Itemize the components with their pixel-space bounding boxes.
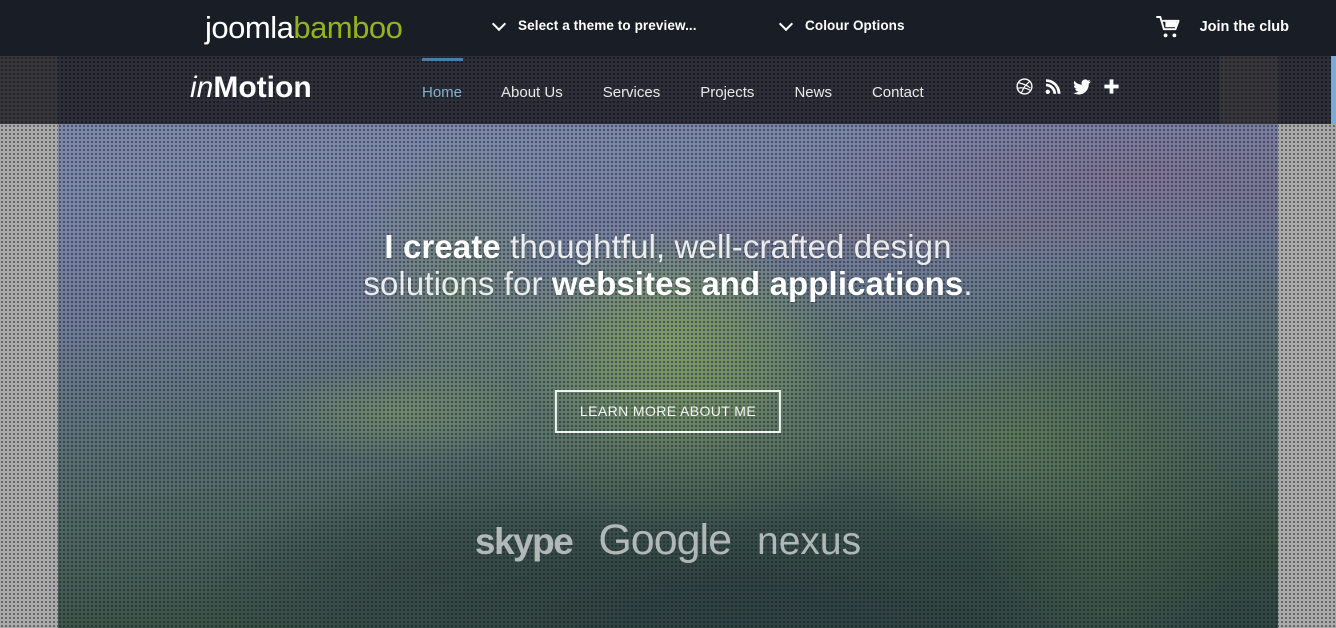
client-logo-skype: skype: [474, 521, 574, 562]
main-menu: Home About Us Services Projects News Con…: [419, 57, 944, 124]
dribbble-icon[interactable]: [1016, 78, 1033, 95]
site-logo-in: in: [190, 71, 214, 104]
join-the-club-link[interactable]: Join the club: [1155, 15, 1289, 39]
colour-options-dropdown[interactable]: Colour Options: [781, 18, 905, 33]
hero-content: I create thoughtful, well-crafted design…: [58, 124, 1278, 628]
site-logo-inmotion[interactable]: inMotion: [190, 71, 312, 105]
logo-text-bamboo: bamboo: [293, 10, 403, 45]
theme-preview-dropdown[interactable]: Select a theme to preview...: [494, 18, 697, 33]
nav-label-contact: Contact: [871, 84, 924, 101]
chevron-down-icon: [494, 18, 505, 29]
shopping-cart-icon: [1155, 16, 1180, 38]
twitter-icon[interactable]: [1073, 79, 1091, 95]
join-the-club-label: Join the club: [1199, 19, 1289, 35]
joomlabamboo-logo[interactable]: joomlabamboo: [205, 10, 403, 45]
colour-options-label: Colour Options: [805, 18, 905, 33]
headline-post-2: .: [963, 265, 973, 302]
theme-preview-label: Select a theme to preview...: [518, 18, 697, 33]
hero-section: I create thoughtful, well-crafted design…: [58, 124, 1278, 628]
scrollbar-sliver[interactable]: [1331, 56, 1336, 124]
nav-item-contact[interactable]: Contact: [852, 57, 944, 124]
chevron-down-icon: [781, 18, 792, 29]
nav-item-services[interactable]: Services: [583, 57, 681, 124]
logo-text-joomla: joomla: [205, 10, 294, 45]
page-root: joomlabamboo Select a theme to preview..…: [0, 0, 1336, 628]
nav-label-services: Services: [602, 84, 661, 101]
social-links: [1016, 78, 1120, 95]
headline-bold-2: websites and applications: [551, 265, 964, 302]
nav-label-about-us: About Us: [501, 84, 563, 101]
nav-item-news[interactable]: News: [774, 57, 852, 124]
rss-icon[interactable]: [1045, 78, 1061, 95]
plus-icon[interactable]: [1103, 78, 1120, 95]
site-logo-motion: Motion: [213, 71, 312, 104]
nav-label-projects: Projects: [700, 84, 755, 101]
headline-bold-1: I create: [384, 228, 501, 265]
headline-pre-2: solutions for: [363, 265, 552, 302]
nav-label-home: Home: [422, 84, 463, 101]
learn-more-button[interactable]: LEARN MORE ABOUT ME: [554, 390, 782, 433]
nav-item-home[interactable]: Home: [419, 57, 481, 124]
joomlabamboo-topbar: joomlabamboo Select a theme to preview..…: [0, 0, 1336, 56]
headline-rest-1: thoughtful, well-crafted design: [500, 228, 952, 265]
nav-item-about-us[interactable]: About Us: [481, 57, 583, 124]
client-logo-nexus: nexus: [757, 520, 862, 563]
nav-item-projects[interactable]: Projects: [680, 57, 774, 124]
client-logo-strip: skype Google nexus: [58, 516, 1278, 565]
client-logo-google: Google: [598, 516, 732, 564]
nav-label-news: News: [794, 84, 832, 101]
hero-headline: I create thoughtful, well-crafted design…: [58, 228, 1278, 302]
